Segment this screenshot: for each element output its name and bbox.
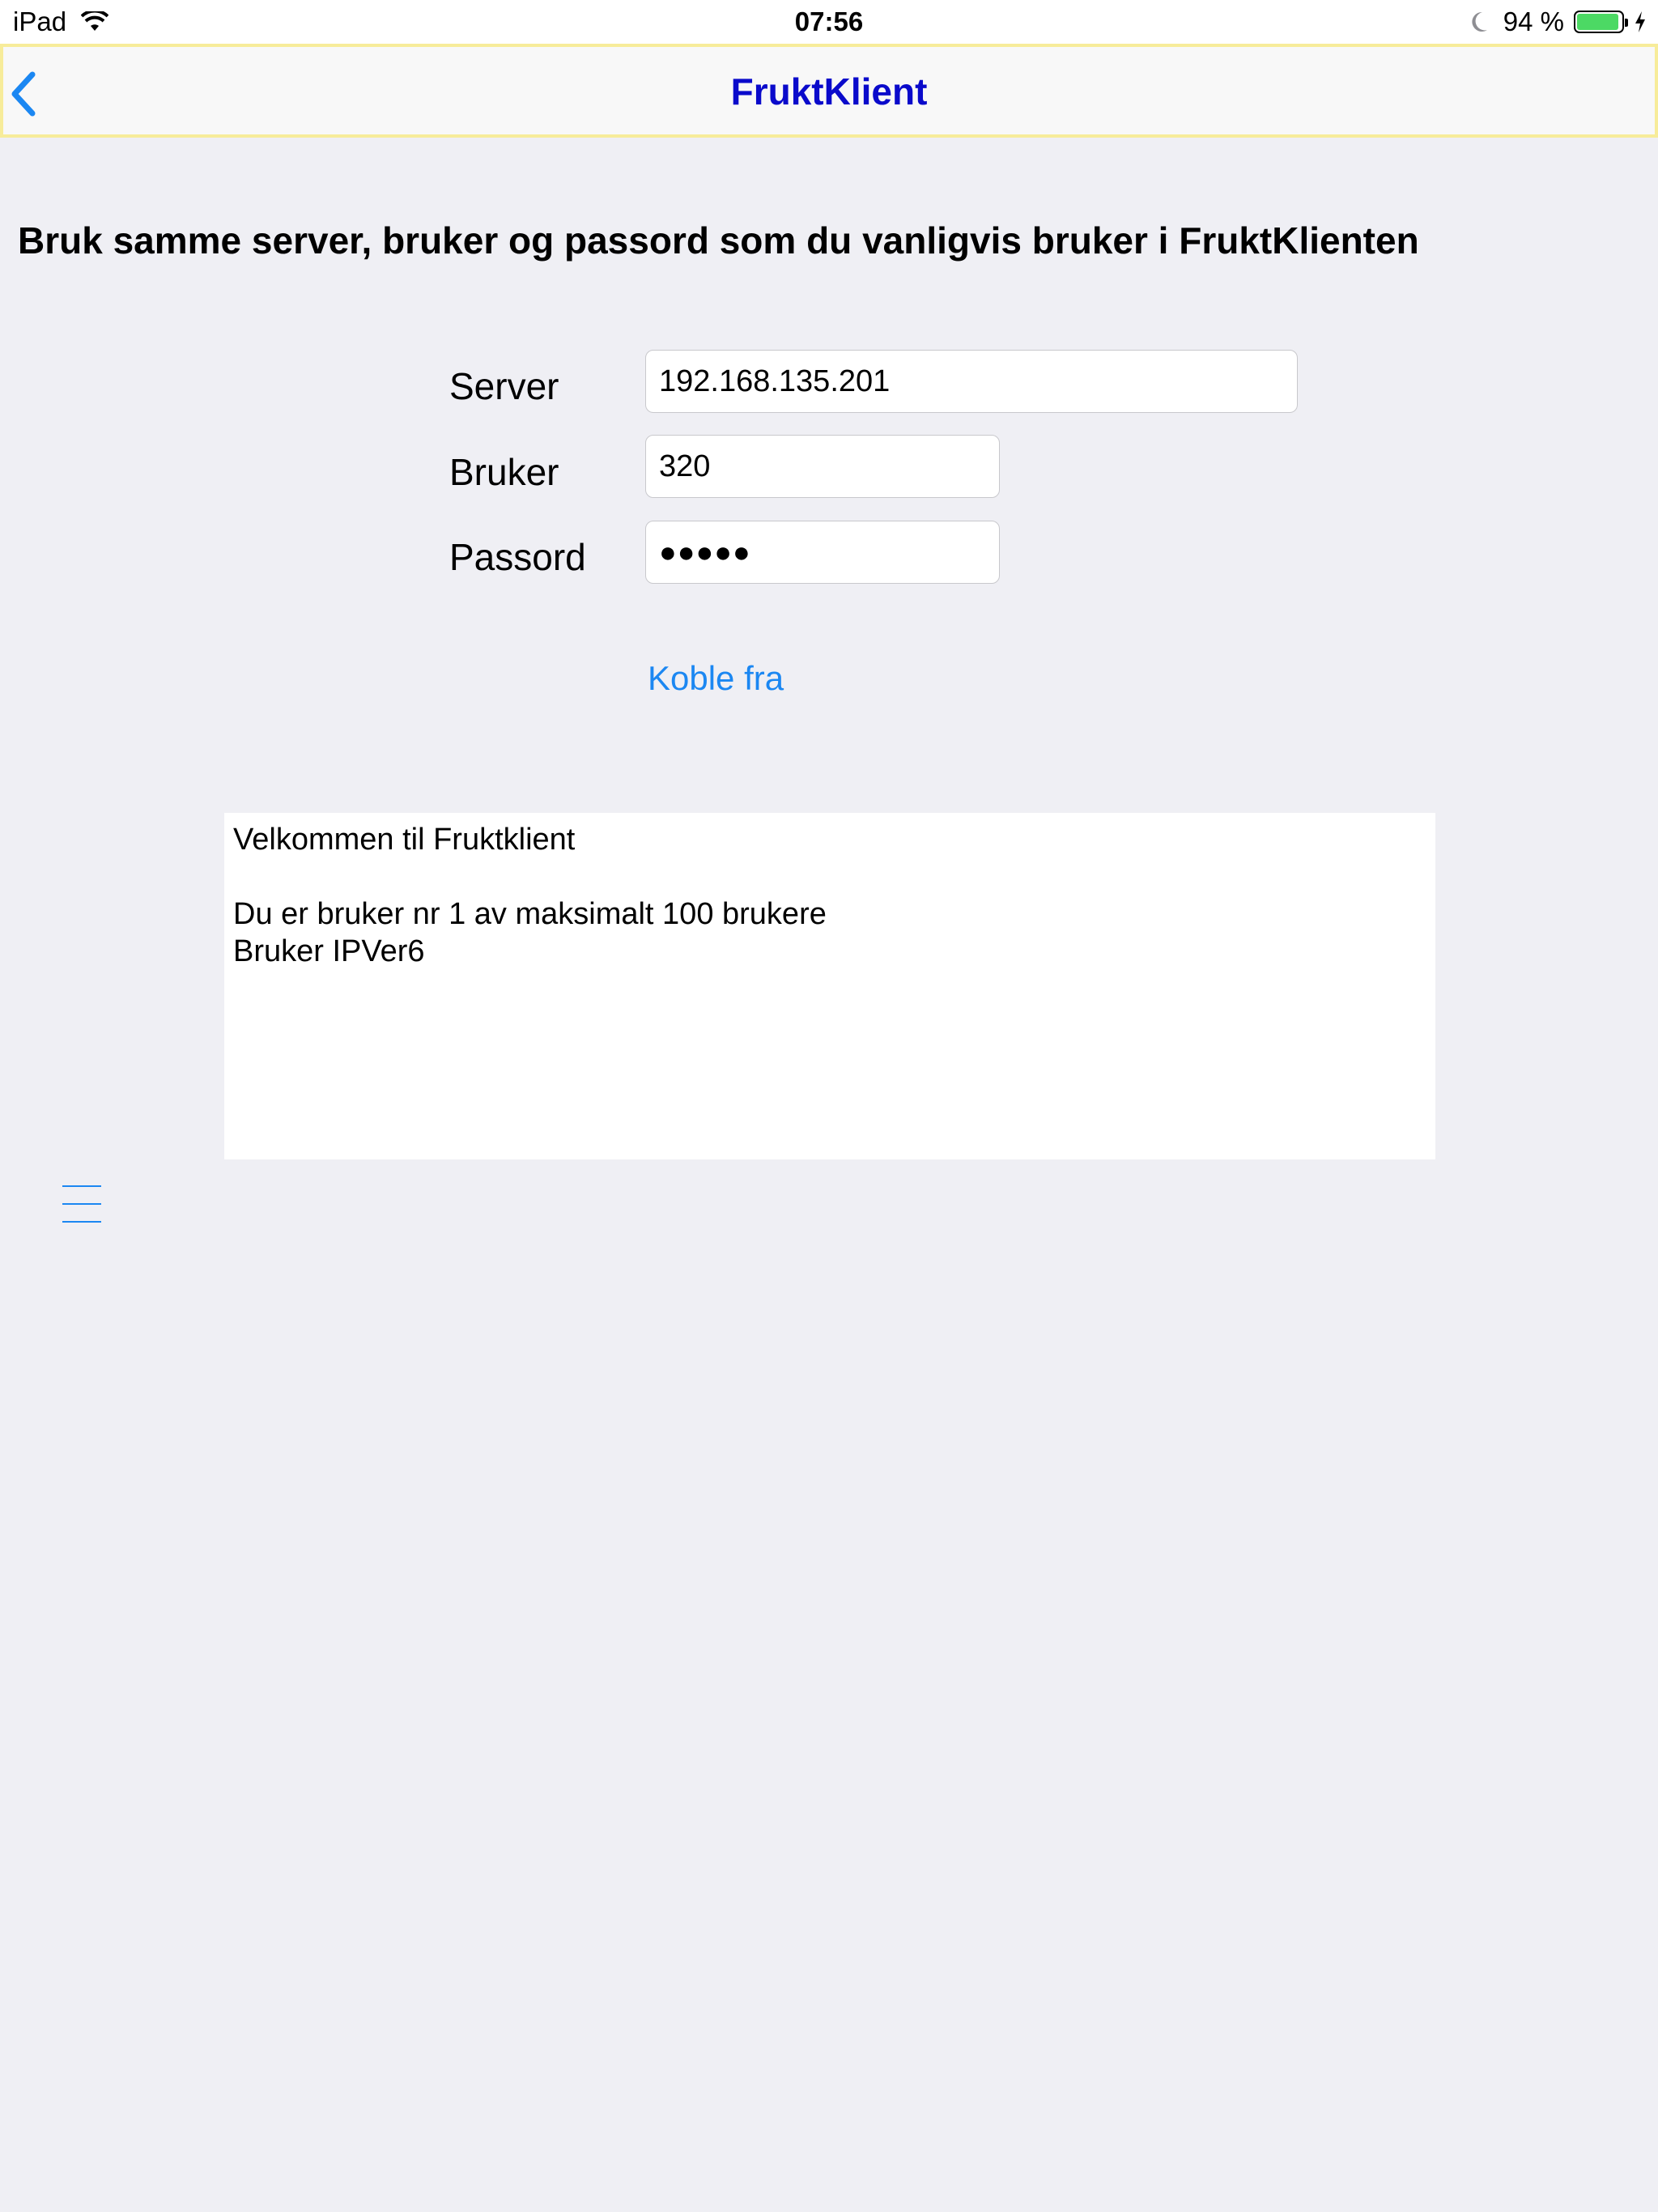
message-line: Bruker IPVer6	[233, 934, 425, 968]
menu-icon-bar	[62, 1185, 101, 1187]
server-field[interactable]: 192.168.135.201	[645, 350, 1298, 413]
status-time: 07:56	[794, 6, 864, 36]
password-label: Passord	[449, 536, 586, 578]
status-right: 94 %	[1469, 6, 1647, 37]
battery-fill	[1577, 14, 1618, 30]
message-line	[233, 858, 1426, 895]
server-label: Server	[449, 365, 559, 407]
menu-icon-bar	[62, 1203, 101, 1205]
nav-title: FruktKlient	[730, 70, 928, 113]
battery-nub	[1625, 19, 1628, 27]
message-line: Du er bruker nr 1 av maksimalt 100 bruke…	[233, 897, 827, 931]
message-line: Velkommen til Fruktklient	[233, 823, 576, 857]
navigation-bar: FruktKlient	[0, 44, 1658, 138]
menu-icon[interactable]	[62, 1185, 101, 1226]
bolt-icon	[1635, 11, 1645, 32]
battery-icon	[1574, 11, 1628, 33]
password-field[interactable]: ●●●●●	[645, 521, 1000, 584]
moon-icon	[1472, 11, 1487, 32]
user-label: Bruker	[449, 451, 559, 493]
status-bar: iPad 07:56 94 %	[0, 0, 1658, 44]
disconnect-button[interactable]: Koble fra	[648, 659, 784, 698]
battery-percent: 94 %	[1503, 6, 1564, 36]
message-box: Velkommen til Fruktklient Du er bruker n…	[224, 813, 1435, 1159]
menu-icon-bar	[62, 1221, 101, 1223]
user-field[interactable]: 320	[645, 435, 1000, 498]
instruction-heading: Bruk samme server, bruker og passord som…	[18, 219, 1419, 262]
